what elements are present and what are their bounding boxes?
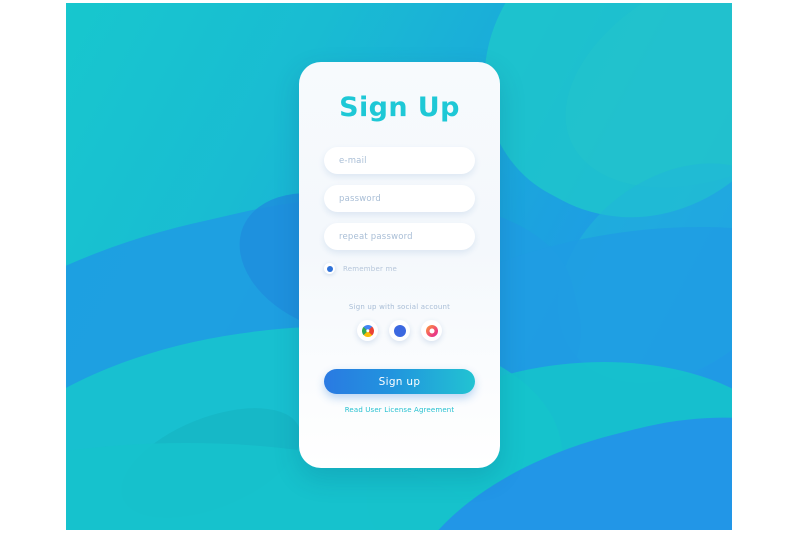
repeat-password-field[interactable]: repeat password — [324, 223, 475, 250]
facebook-signup-button[interactable] — [389, 320, 410, 341]
email-placeholder: e-mail — [339, 155, 367, 166]
instagram-signup-button[interactable] — [421, 320, 442, 341]
signup-form: e-mail password repeat password — [324, 147, 475, 250]
page-title: Sign Up — [339, 92, 460, 123]
license-agreement-link[interactable]: Read User License Agreement — [345, 406, 455, 414]
password-field[interactable]: password — [324, 185, 475, 212]
signup-card: Sign Up e-mail password repeat password … — [299, 62, 500, 468]
social-accounts — [357, 320, 442, 341]
password-placeholder: password — [339, 193, 381, 204]
repeat-password-placeholder: repeat password — [339, 231, 413, 242]
screenshot-canvas: Sign Up e-mail password repeat password … — [0, 0, 800, 533]
social-signup-label: Sign up with social account — [348, 303, 451, 311]
remember-me-label: Remember me — [343, 264, 397, 273]
email-field[interactable]: e-mail — [324, 147, 475, 174]
instagram-icon — [425, 324, 438, 337]
google-signup-button[interactable] — [357, 320, 378, 341]
facebook-icon — [393, 324, 406, 337]
remember-me-row[interactable]: Remember me — [324, 263, 475, 274]
signup-button[interactable]: Sign up — [324, 369, 475, 394]
remember-me-radio[interactable] — [324, 263, 335, 274]
google-icon — [361, 324, 374, 337]
